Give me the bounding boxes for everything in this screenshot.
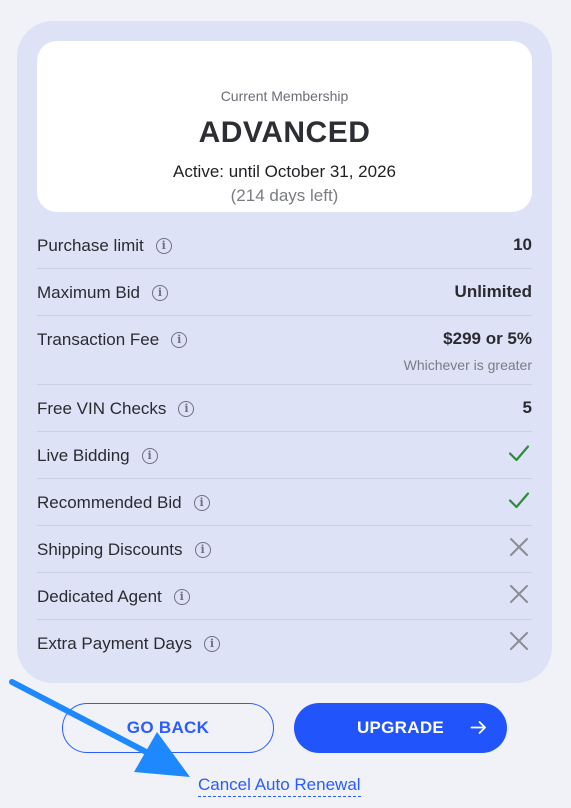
feature-row-dedicated-agent: Dedicated Agent i — [37, 573, 532, 620]
cross-icon — [510, 538, 528, 556]
membership-active-until: Active: until October 31, 2026 — [172, 162, 397, 181]
feature-label: Maximum Bid — [37, 283, 140, 302]
feature-row-live-bidding: Live Bidding i — [37, 432, 532, 479]
info-icon[interactable]: i — [141, 448, 158, 464]
feature-row-shipping-discounts: Shipping Discounts i — [37, 526, 532, 573]
feature-label: Recommended Bid — [37, 493, 182, 512]
feature-value: 10 — [513, 235, 532, 254]
arrow-right-icon — [470, 721, 486, 734]
info-icon[interactable]: i — [193, 495, 210, 511]
feature-row-maximum-bid: Maximum Bid i Unlimited — [37, 269, 532, 316]
info-icon[interactable]: i — [151, 285, 168, 301]
info-icon[interactable]: i — [194, 542, 211, 558]
info-icon[interactable]: i — [171, 332, 188, 348]
current-membership-panel: Current Membership ADVANCED Active: unti… — [37, 41, 532, 212]
check-icon — [508, 492, 530, 509]
feature-label: Live Bidding — [37, 446, 130, 465]
membership-label: Current Membership — [220, 88, 349, 104]
feature-value: $299 or 5% — [443, 329, 532, 348]
feature-label: Extra Payment Days — [37, 634, 192, 653]
upgrade-button[interactable]: UPGRADE — [294, 703, 507, 753]
info-icon[interactable]: i — [203, 636, 220, 652]
feature-subtext: Whichever is greater — [403, 357, 532, 373]
feature-row-free-vin-checks: Free VIN Checks i 5 — [37, 385, 532, 432]
feature-row-transaction-fee: Transaction Fee i $299 or 5% Whichever i… — [37, 316, 532, 385]
membership-days-left: (214 days left) — [230, 186, 339, 205]
info-icon[interactable]: i — [173, 589, 190, 605]
info-icon[interactable]: i — [178, 401, 195, 417]
membership-card: Current Membership ADVANCED Active: unti… — [17, 21, 552, 683]
membership-tier: ADVANCED — [198, 116, 371, 149]
info-icon[interactable]: i — [155, 238, 172, 254]
cross-icon — [510, 585, 528, 603]
feature-label: Dedicated Agent — [37, 587, 162, 606]
cancel-auto-renewal-link[interactable]: Cancel Auto Renewal — [198, 775, 361, 797]
feature-label: Free VIN Checks — [37, 399, 167, 418]
feature-label: Purchase limit — [37, 236, 144, 255]
feature-value: Unlimited — [454, 282, 532, 301]
feature-label: Transaction Fee — [37, 330, 160, 349]
feature-list: Purchase limit i 10 Maximum Bid i Unlimi… — [37, 222, 532, 666]
go-back-label: GO BACK — [126, 718, 210, 737]
feature-row-recommended-bid: Recommended Bid i — [37, 479, 532, 526]
cross-icon — [510, 632, 528, 650]
feature-label: Shipping Discounts — [37, 540, 183, 559]
upgrade-label: UPGRADE — [356, 718, 445, 737]
feature-value: 5 — [522, 398, 532, 417]
check-icon — [508, 445, 530, 462]
feature-row-extra-payment-days: Extra Payment Days i — [37, 620, 532, 666]
go-back-button[interactable]: GO BACK — [62, 703, 274, 753]
feature-row-purchase-limit: Purchase limit i 10 — [37, 222, 532, 269]
